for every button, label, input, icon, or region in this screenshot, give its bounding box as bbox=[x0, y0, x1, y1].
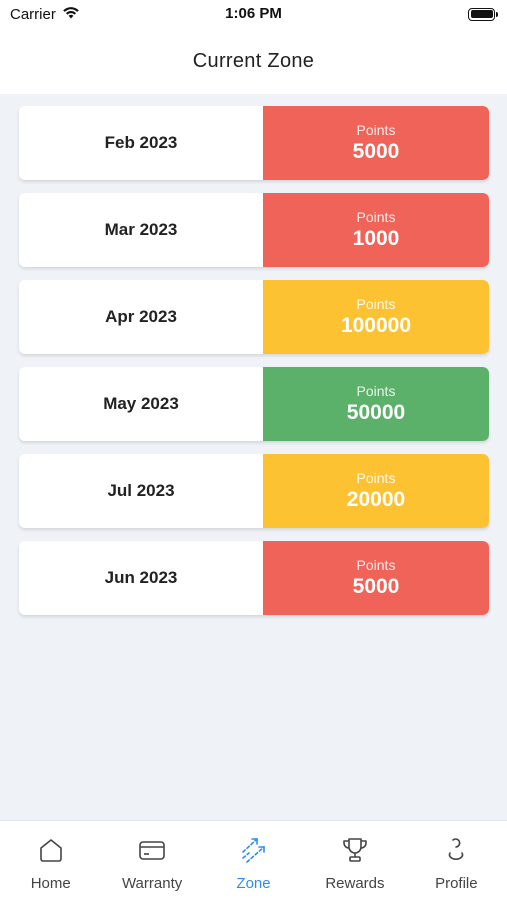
zone-list: Feb 2023 Points 5000 Mar 2023 Points 100… bbox=[0, 94, 507, 820]
profile-icon bbox=[441, 835, 471, 865]
card-icon bbox=[137, 835, 167, 865]
tab-label: Rewards bbox=[325, 875, 385, 892]
zone-month: Jun 2023 bbox=[104, 568, 178, 587]
trend-arrows-icon bbox=[239, 835, 269, 865]
zone-month: Jul 2023 bbox=[107, 481, 175, 500]
zone-card[interactable]: Feb 2023 Points 5000 bbox=[19, 106, 489, 180]
status-left: Carrier bbox=[10, 6, 80, 23]
tab-bar: Home Warranty Zone Rewards Profile bbox=[0, 820, 507, 900]
tab-home[interactable]: Home bbox=[0, 821, 101, 900]
zone-points-panel: Points 20000 bbox=[263, 454, 489, 528]
tab-rewards[interactable]: Rewards bbox=[304, 821, 405, 900]
points-label: Points bbox=[356, 122, 396, 138]
zone-points-panel: Points 1000 bbox=[263, 193, 489, 267]
points-value: 5000 bbox=[352, 140, 400, 163]
battery-icon bbox=[468, 7, 498, 21]
tab-profile[interactable]: Profile bbox=[406, 821, 507, 900]
tab-label: Warranty bbox=[121, 875, 183, 892]
zone-card[interactable]: Jul 2023 Points 20000 bbox=[19, 454, 489, 528]
zone-points-panel: Points 5000 bbox=[263, 541, 489, 615]
zone-month: Mar 2023 bbox=[104, 220, 178, 239]
zone-points-panel: Points 50000 bbox=[263, 367, 489, 441]
points-label: Points bbox=[356, 383, 396, 399]
points-value: 5000 bbox=[352, 575, 400, 598]
home-icon bbox=[36, 835, 66, 865]
points-value: 1000 bbox=[352, 227, 400, 250]
trophy-icon bbox=[340, 835, 370, 865]
page-title: Current Zone bbox=[192, 49, 315, 72]
tab-label: Zone bbox=[236, 875, 271, 892]
points-label: Points bbox=[356, 470, 396, 486]
zone-card[interactable]: Jun 2023 Points 5000 bbox=[19, 541, 489, 615]
status-bar: Carrier 1:06 PM bbox=[0, 0, 507, 28]
tab-zone[interactable]: Zone bbox=[203, 821, 304, 900]
zone-points-panel: Points 5000 bbox=[263, 106, 489, 180]
points-value: 20000 bbox=[346, 488, 406, 511]
zone-card[interactable]: Apr 2023 Points 100000 bbox=[19, 280, 489, 354]
points-label: Points bbox=[356, 209, 396, 225]
points-label: Points bbox=[356, 557, 396, 573]
points-value: 50000 bbox=[346, 401, 406, 424]
points-value: 100000 bbox=[340, 314, 412, 337]
tab-label: Home bbox=[30, 875, 71, 892]
zone-points-panel: Points 100000 bbox=[263, 280, 489, 354]
points-label: Points bbox=[356, 296, 396, 312]
zone-card[interactable]: May 2023 Points 50000 bbox=[19, 367, 489, 441]
page-header: Current Zone bbox=[0, 28, 507, 94]
tab-warranty[interactable]: Warranty bbox=[101, 821, 202, 900]
carrier-label: Carrier bbox=[10, 5, 56, 23]
zone-month: May 2023 bbox=[103, 394, 179, 413]
zone-card[interactable]: Mar 2023 Points 1000 bbox=[19, 193, 489, 267]
zone-month: Feb 2023 bbox=[104, 133, 178, 152]
zone-month: Apr 2023 bbox=[105, 307, 177, 326]
tab-label: Profile bbox=[435, 875, 478, 892]
wifi-icon bbox=[62, 6, 80, 23]
